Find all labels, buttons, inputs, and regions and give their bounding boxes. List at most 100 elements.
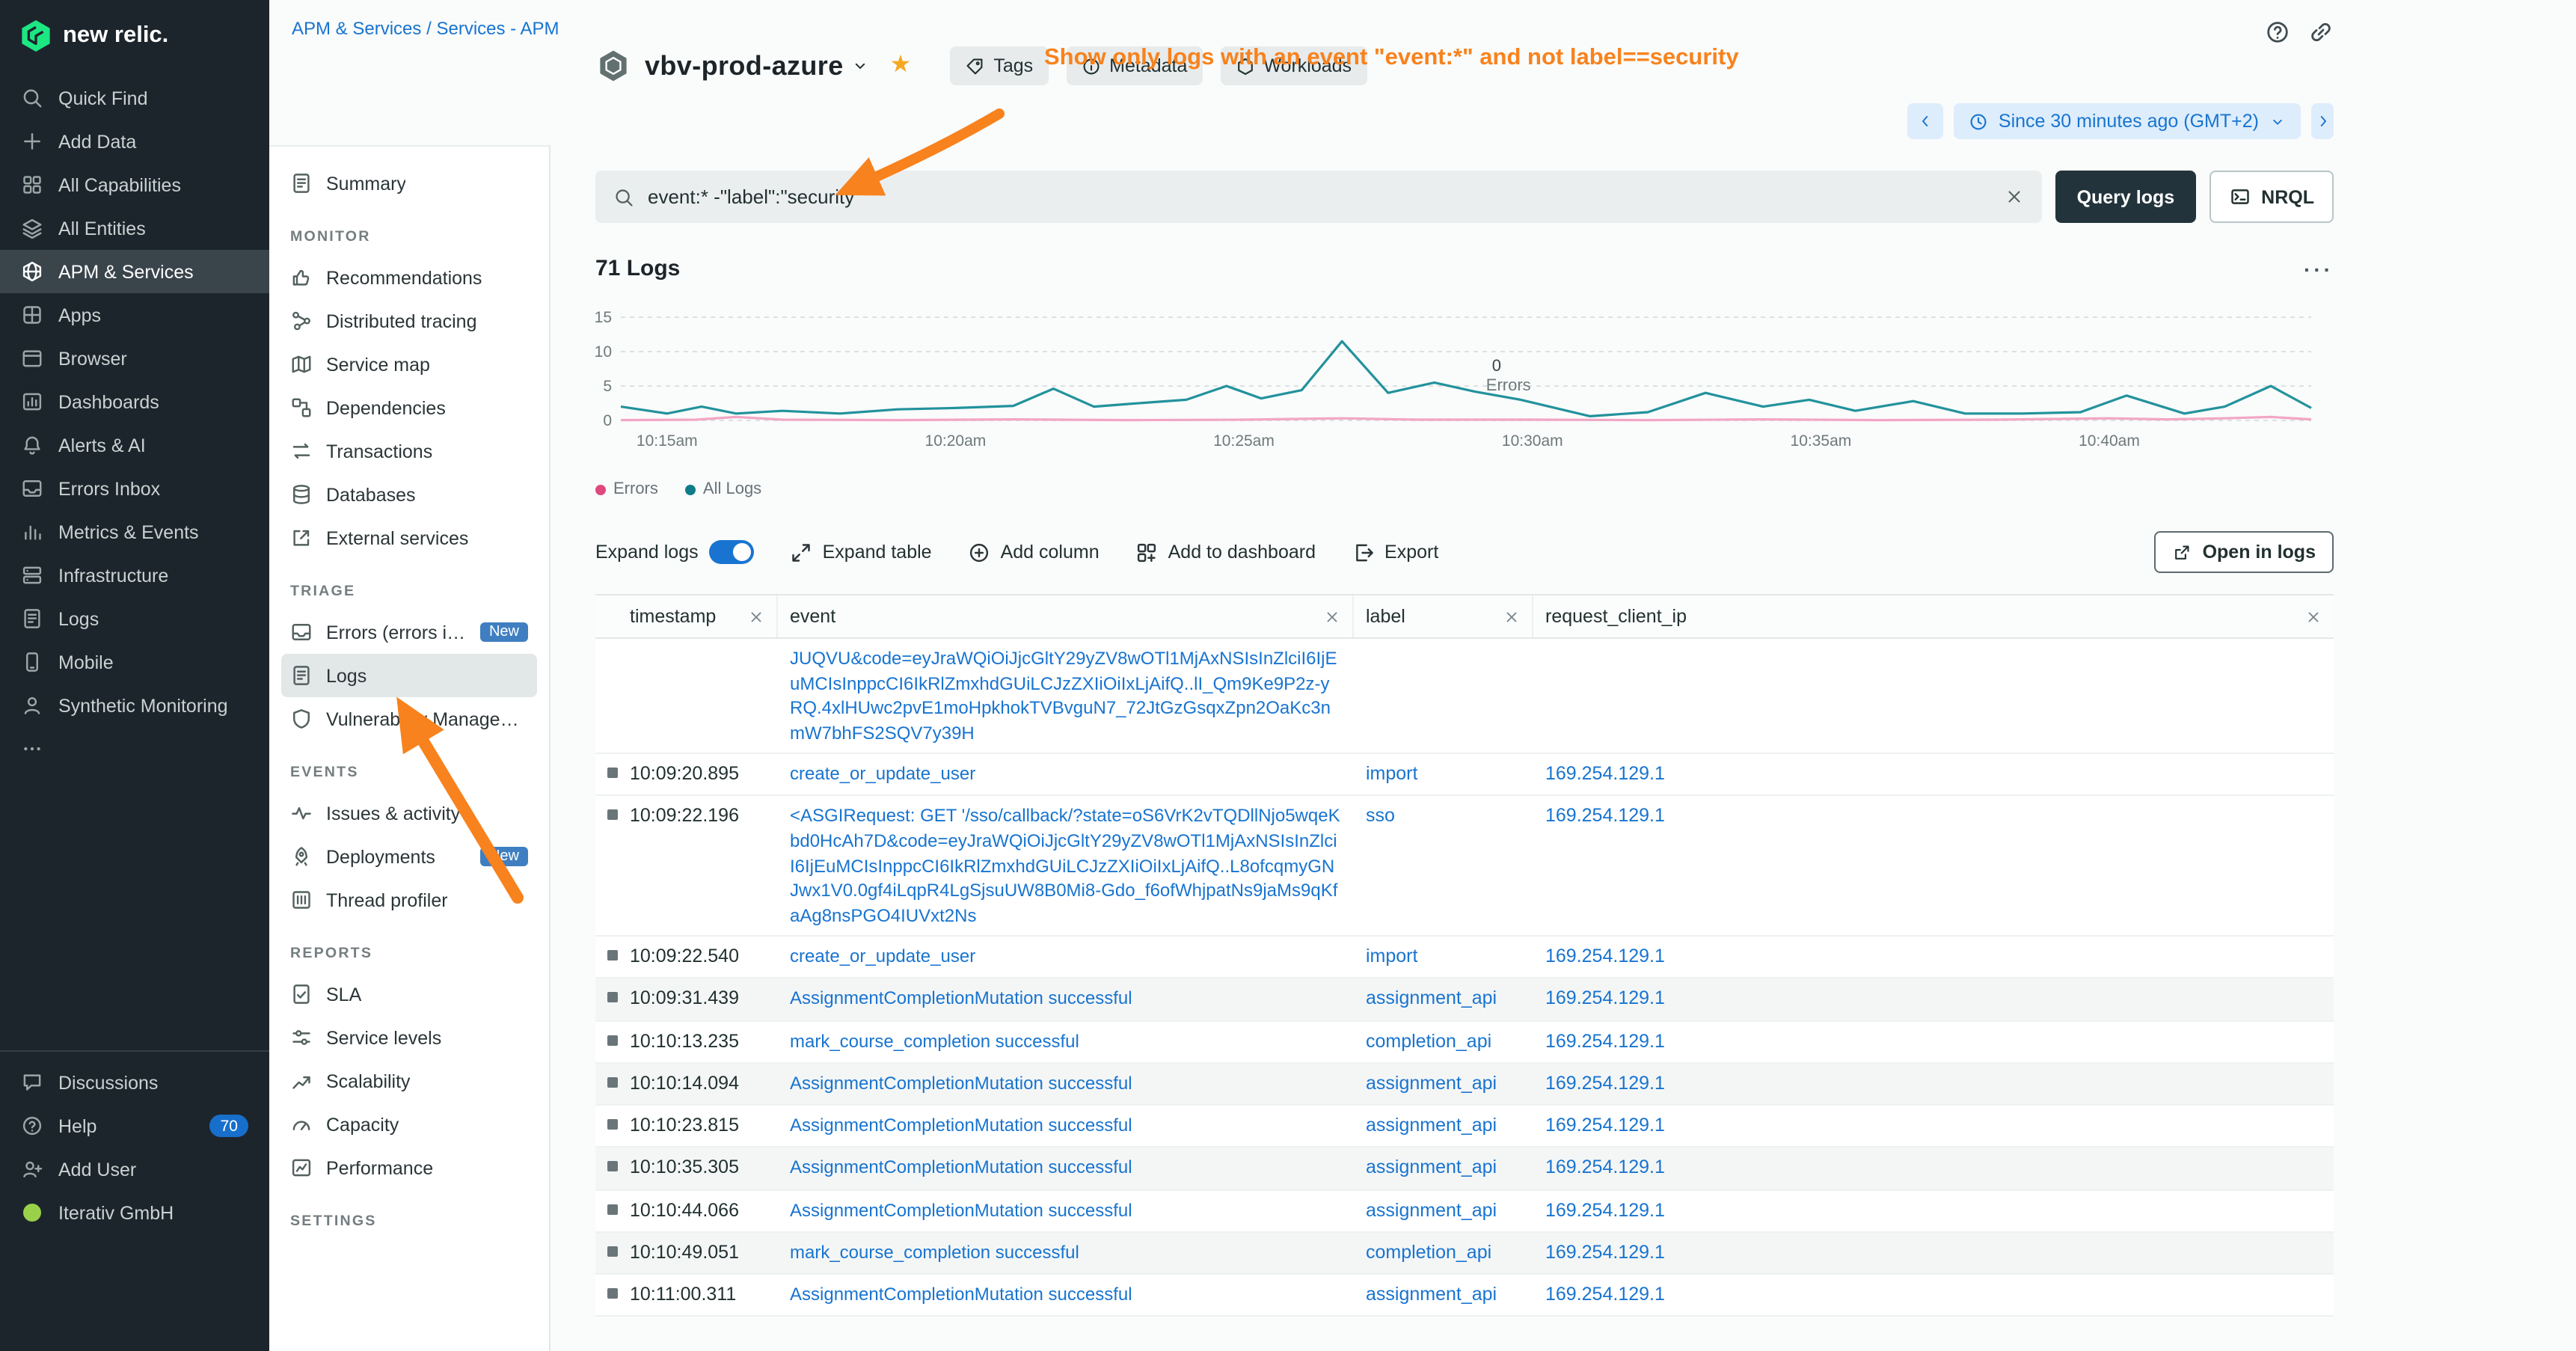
log-event-link[interactable]: AssignmentCompletionMutation successful <box>790 1157 1132 1178</box>
remove-column-icon[interactable] <box>748 608 764 625</box>
expand-row-icon[interactable] <box>607 993 618 1003</box>
sidebar-item-discussions[interactable]: Discussions <box>0 1061 269 1104</box>
add-to-dashboard-button[interactable]: Add to dashboard <box>1135 541 1316 563</box>
log-event-link[interactable]: create_or_update_user <box>790 946 975 966</box>
log-label-link[interactable]: assignment_api <box>1366 1284 1497 1305</box>
expand-row-icon[interactable] <box>607 768 618 778</box>
sidebar-item-apps[interactable]: Apps <box>0 293 269 337</box>
app-sidebar-item-distributed-tracing[interactable]: Distributed tracing <box>281 299 537 343</box>
help-icon[interactable] <box>2265 19 2290 45</box>
log-row[interactable]: 10:10:23.815AssignmentCompletionMutation… <box>595 1106 2334 1148</box>
log-ip-link[interactable]: 169.254.129.1 <box>1545 988 1665 1009</box>
log-ip-link[interactable]: 169.254.129.1 <box>1545 806 1665 827</box>
app-sidebar-item-errors-errors-inb[interactable]: Errors (errors inb...New <box>281 610 537 654</box>
app-sidebar-item-sla[interactable]: SLA <box>281 972 537 1016</box>
log-row[interactable]: 10:10:35.305AssignmentCompletionMutation… <box>595 1148 2334 1191</box>
app-sidebar-item-scalability[interactable]: Scalability <box>281 1059 537 1103</box>
app-sidebar-item-issues-activity[interactable]: Issues & activity <box>281 791 537 835</box>
log-row[interactable]: 10:10:13.235mark_course_completion succe… <box>595 1021 2334 1064</box>
sidebar-item-dashboards[interactable]: Dashboards <box>0 380 269 423</box>
column-header-timestamp[interactable]: timestamp <box>595 595 778 637</box>
sidebar-item-alerts-ai[interactable]: Alerts & AI <box>0 423 269 467</box>
sidebar-item-infrastructure[interactable]: Infrastructure <box>0 554 269 597</box>
log-ip-link[interactable]: 169.254.129.1 <box>1545 1284 1665 1305</box>
log-row[interactable]: 10:10:49.051mark_course_completion succe… <box>595 1233 2334 1275</box>
log-label-link[interactable]: assignment_api <box>1366 1199 1497 1220</box>
log-row[interactable]: 10:09:20.895create_or_update_userimport1… <box>595 754 2334 797</box>
sidebar-item-logs[interactable]: Logs <box>0 597 269 640</box>
sidebar-item-mobile[interactable]: Mobile <box>0 640 269 684</box>
clear-query-icon[interactable] <box>2005 187 2025 206</box>
expand-logs-toggle[interactable] <box>709 540 754 564</box>
sidebar-item-quick-find[interactable]: Quick Find <box>0 76 269 120</box>
log-ip-link[interactable]: 169.254.129.1 <box>1545 1115 1665 1136</box>
log-label-link[interactable]: assignment_api <box>1366 1073 1497 1094</box>
app-sidebar-item-summary[interactable]: Summary <box>281 162 537 205</box>
nrql-button[interactable]: NRQL <box>2209 171 2334 223</box>
log-event-link[interactable]: <ASGIRequest: GET '/sso/callback/?state=… <box>790 806 1340 925</box>
log-event-link[interactable]: mark_course_completion successful <box>790 1242 1079 1263</box>
sidebar-item-add-user[interactable]: Add User <box>0 1148 269 1191</box>
log-ip-link[interactable]: 169.254.129.1 <box>1545 1242 1665 1263</box>
app-sidebar-item-recommendations[interactable]: Recommendations <box>281 256 537 299</box>
brand[interactable]: new relic. <box>0 0 269 76</box>
log-event-link[interactable]: JUQVU&code=eyJraWQiOiJjcGltY29yZV8wOTl1M… <box>790 648 1337 743</box>
log-row[interactable]: JUQVU&code=eyJraWQiOiJjcGltY29yZV8wOTl1M… <box>595 639 2334 754</box>
app-sidebar-item-capacity[interactable]: Capacity <box>281 1103 537 1146</box>
log-row[interactable]: 10:11:00.311AssignmentCompletionMutation… <box>595 1275 2334 1317</box>
breadcrumb-services-apm[interactable]: Services - APM <box>436 18 559 39</box>
expand-row-icon[interactable] <box>607 1119 618 1130</box>
permalink-icon[interactable] <box>2308 19 2334 45</box>
log-ip-link[interactable]: 169.254.129.1 <box>1545 1073 1665 1094</box>
expand-table-button[interactable]: Expand table <box>790 541 932 563</box>
entity-picker-chevron-icon[interactable] <box>851 57 869 75</box>
expand-row-icon[interactable] <box>607 1246 618 1257</box>
log-label-link[interactable]: import <box>1366 946 1417 966</box>
log-row[interactable]: 10:10:14.094AssignmentCompletionMutation… <box>595 1064 2334 1106</box>
log-row[interactable]: 10:09:22.196<ASGIRequest: GET '/sso/call… <box>595 797 2334 937</box>
app-sidebar-item-databases[interactable]: Databases <box>281 473 537 516</box>
log-label-link[interactable]: assignment_api <box>1366 1115 1497 1136</box>
sidebar-item-help[interactable]: Help70 <box>0 1104 269 1148</box>
expand-row-icon[interactable] <box>607 1077 618 1088</box>
app-sidebar-item-deployments[interactable]: DeploymentsNew <box>281 835 537 878</box>
sidebar-item-all-capabilities[interactable]: All Capabilities <box>0 163 269 206</box>
legend-all-logs[interactable]: All Logs <box>685 480 761 498</box>
expand-row-icon[interactable] <box>607 810 618 821</box>
log-event-link[interactable]: AssignmentCompletionMutation successful <box>790 1073 1132 1094</box>
remove-column-icon[interactable] <box>1503 608 1520 625</box>
log-ip-link[interactable]: 169.254.129.1 <box>1545 1157 1665 1178</box>
breadcrumb-apm-services[interactable]: APM & Services <box>292 18 421 39</box>
tags-button[interactable]: Tags <box>950 46 1048 85</box>
add-column-button[interactable]: Add column <box>968 541 1100 563</box>
sidebar-item-errors-inbox[interactable]: Errors Inbox <box>0 467 269 510</box>
query-logs-button[interactable]: Query logs <box>2056 171 2196 223</box>
app-sidebar-item-thread-profiler[interactable]: Thread profiler <box>281 878 537 922</box>
time-back-button[interactable] <box>1907 103 1943 139</box>
app-sidebar-item-dependencies[interactable]: Dependencies <box>281 386 537 429</box>
column-header-label[interactable]: label <box>1354 595 1533 637</box>
log-row[interactable]: 10:10:44.066AssignmentCompletionMutation… <box>595 1190 2334 1233</box>
remove-column-icon[interactable] <box>1324 608 1340 625</box>
app-sidebar-item-service-levels[interactable]: Service levels <box>281 1016 537 1059</box>
log-event-link[interactable]: AssignmentCompletionMutation successful <box>790 1284 1132 1305</box>
more-options-icon[interactable]: ··· <box>2304 257 2334 281</box>
log-event-link[interactable]: AssignmentCompletionMutation successful <box>790 1199 1132 1220</box>
log-ip-link[interactable]: 169.254.129.1 <box>1545 763 1665 784</box>
sidebar-item-iterativ-gmbh[interactable]: Iterativ GmbH <box>0 1191 269 1234</box>
query-input[interactable]: event:* -"label":"security" <box>595 171 2043 223</box>
log-label-link[interactable]: completion_api <box>1366 1030 1491 1051</box>
app-sidebar-item-service-map[interactable]: Service map <box>281 343 537 386</box>
app-sidebar-item-external-services[interactable]: External services <box>281 516 537 560</box>
log-event-link[interactable]: create_or_update_user <box>790 763 975 784</box>
log-ip-link[interactable]: 169.254.129.1 <box>1545 1030 1665 1051</box>
sidebar-item-all-entities[interactable]: All Entities <box>0 206 269 250</box>
expand-row-icon[interactable] <box>607 1162 618 1172</box>
log-row[interactable]: 10:09:22.540create_or_update_userimport1… <box>595 937 2334 979</box>
column-header-event[interactable]: event <box>778 595 1354 637</box>
expand-row-icon[interactable] <box>607 1204 618 1214</box>
remove-column-icon[interactable] <box>2305 608 2322 625</box>
column-header-request-client-ip[interactable]: request_client_ip <box>1533 595 2334 637</box>
app-sidebar-item-vulnerability-management[interactable]: Vulnerability Management <box>281 697 537 741</box>
export-button[interactable]: Export <box>1352 541 1438 563</box>
